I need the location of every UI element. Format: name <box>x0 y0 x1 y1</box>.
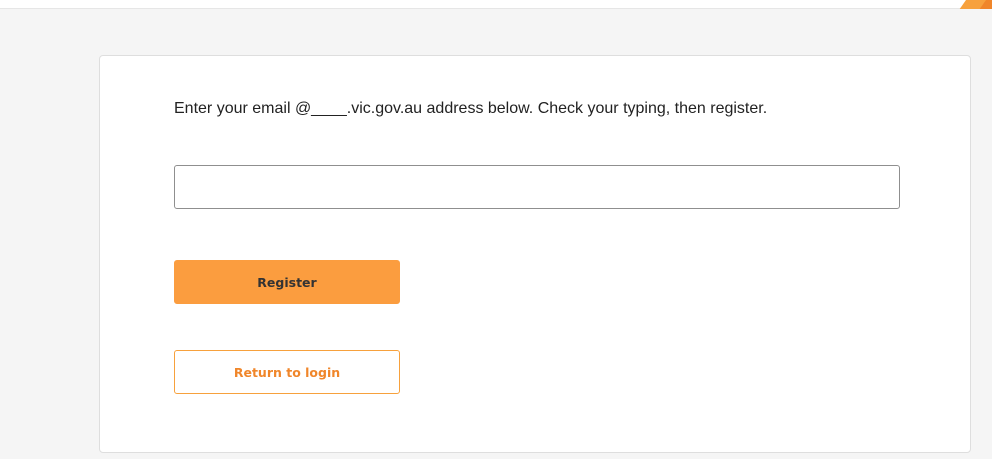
top-header-strip <box>0 0 992 9</box>
instruction-text: Enter your email @____.vic.gov.au addres… <box>174 100 768 117</box>
page: Enter your email @____.vic.gov.au addres… <box>0 0 992 459</box>
return-to-login-button[interactable]: Return to login <box>174 350 400 394</box>
brand-accent-shape <box>948 0 992 9</box>
register-button[interactable]: Register <box>174 260 400 304</box>
email-field[interactable] <box>174 165 900 209</box>
registration-card: Enter your email @____.vic.gov.au addres… <box>99 55 971 453</box>
